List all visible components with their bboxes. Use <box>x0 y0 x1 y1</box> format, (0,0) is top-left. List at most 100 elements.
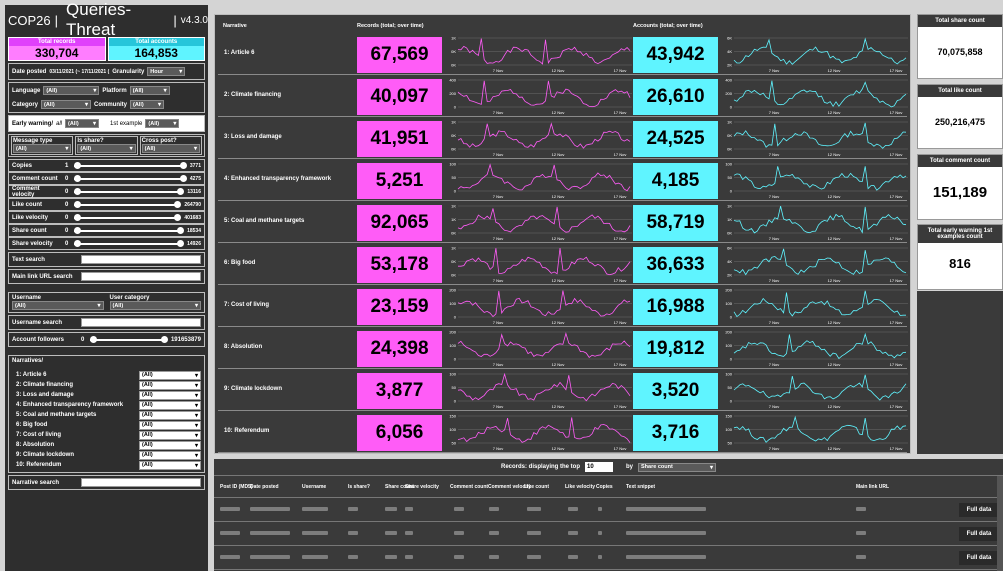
records-scrollbar[interactable] <box>997 476 1003 571</box>
slider-min-handle[interactable] <box>74 174 82 182</box>
narrative-search-section: Narrative search <box>8 475 205 490</box>
col-records: Records (total; over time) <box>357 23 424 29</box>
followers-min: 0 <box>81 336 85 343</box>
accounts-sparkline: 6K 4K 2K 7 Nov 12 Nov 17 Nov <box>727 36 908 73</box>
full-data-button[interactable]: Full data <box>959 527 999 541</box>
narrative-row[interactable]: 8: Absolution 24,398 19,812 200 100 0 7 Nov 12 … <box>218 329 908 369</box>
community-dropdown[interactable]: (All) <box>130 100 165 109</box>
y-tick-label: 150 <box>449 414 456 419</box>
narrative-filter-dropdown[interactable]: (All) <box>139 420 201 430</box>
username-dropdown[interactable]: (All) <box>12 301 104 310</box>
slider-max-handle[interactable] <box>177 226 185 234</box>
slider-min-handle[interactable] <box>74 200 82 208</box>
column-header[interactable]: Is share? <box>348 484 370 490</box>
early-warning-dropdown[interactable]: (All) <box>65 119 100 128</box>
narrative-row[interactable]: 4: Enhanced transparency framework 5,251 4… <box>218 161 908 201</box>
records-total: 92,065 <box>357 205 442 241</box>
slider-max-handle[interactable] <box>174 200 182 208</box>
table-row[interactable]: Full data <box>214 522 1003 546</box>
top-n-input[interactable]: 10 <box>585 462 613 472</box>
slider-filter: Comment velocity 0 13116 <box>8 185 205 198</box>
narrative-filter-dropdown[interactable]: (All) <box>139 370 201 380</box>
range-slider[interactable] <box>74 174 187 182</box>
language-dropdown[interactable]: (All) <box>43 86 100 95</box>
is-share-dropdown[interactable]: (All) <box>77 144 136 153</box>
column-header[interactable]: Comment count <box>450 484 488 490</box>
dashboard: COP26 | Queries-Threat | v4.3.0 Total re… <box>0 0 1003 571</box>
date-range[interactable]: 03/11/2021 (~ 17/11/2021 ( <box>49 69 109 75</box>
range-slider[interactable] <box>74 226 185 234</box>
table-row[interactable]: Full data <box>214 498 1003 522</box>
first-example-dropdown[interactable]: (All) <box>145 119 180 128</box>
slider-min-handle[interactable] <box>74 213 82 221</box>
narrative-row[interactable]: 1: Article 6 67,569 43,942 1K 0K 0K 7 Nov 12 No… <box>218 35 908 75</box>
user-category-dropdown[interactable]: (All) <box>109 301 201 310</box>
records-toolbar: Records: displaying the top 10 by Share … <box>214 459 1003 476</box>
column-header[interactable]: Like velocity <box>565 484 595 490</box>
followers-slider-max-handle[interactable] <box>160 335 168 343</box>
cross-post-dropdown[interactable]: (All) <box>141 144 200 153</box>
full-data-button[interactable]: Full data <box>959 503 999 517</box>
table-row[interactable]: Full data <box>214 546 1003 570</box>
platform-dropdown[interactable]: (All) <box>129 86 170 95</box>
column-header[interactable]: Like count <box>524 484 549 490</box>
y-tick-label: 0K <box>451 273 456 278</box>
narrative-row[interactable]: 2: Climate financing 40,097 26,610 400 200 0 7… <box>218 77 908 117</box>
records-total: 40,097 <box>357 79 442 115</box>
slider-min: 0 <box>65 240 69 247</box>
narrative-filter-dropdown[interactable]: (All) <box>139 410 201 420</box>
narrative-row[interactable]: 6: Big food 53,178 36,633 1K 0K 0K 7 Nov 12 Nov… <box>218 245 908 285</box>
narrative-filter-dropdown[interactable]: (All) <box>139 400 201 410</box>
full-data-button[interactable]: Full data <box>959 551 999 565</box>
narrative-row[interactable]: 3: Loss and damage 41,951 24,525 1K 0K 0K 7 No… <box>218 119 908 159</box>
followers-slider-min-handle[interactable] <box>90 335 98 343</box>
records-total: 67,569 <box>357 37 442 73</box>
slider-min-handle[interactable] <box>74 226 82 234</box>
narrative-filter-dropdown[interactable]: (All) <box>139 450 201 460</box>
range-slider[interactable] <box>74 187 185 195</box>
followers-slider[interactable] <box>90 335 168 343</box>
column-header[interactable]: Username <box>302 484 326 490</box>
column-header[interactable]: Copies <box>596 484 613 490</box>
narrative-row[interactable]: 5: Coal and methane targets 92,065 58,719 1… <box>218 203 908 243</box>
slider-min-handle[interactable] <box>74 239 82 247</box>
slider-max-handle[interactable] <box>179 161 187 169</box>
message-type-dropdown[interactable]: (All) <box>13 144 72 153</box>
range-slider[interactable] <box>74 200 182 208</box>
column-header[interactable]: Share velocity <box>405 484 439 490</box>
narrative-filter-dropdown[interactable]: (All) <box>139 380 201 390</box>
slider-max-handle[interactable] <box>179 174 187 182</box>
y-tick-label: 1K <box>451 246 456 251</box>
column-header[interactable]: Date posted <box>250 484 279 490</box>
y-tick-label: 50 <box>452 385 457 390</box>
slider-max-handle[interactable] <box>174 213 182 221</box>
narrative-row[interactable]: 7: Cost of living 23,159 16,988 200 100 0 7 No… <box>218 287 908 327</box>
slider-min-handle[interactable] <box>74 187 82 195</box>
range-slider[interactable] <box>74 161 187 169</box>
records-total: 3,877 <box>357 373 442 409</box>
narrative-filter-dropdown[interactable]: (All) <box>139 460 201 470</box>
text-search-input[interactable] <box>81 255 201 264</box>
slider-max-handle[interactable] <box>177 187 185 195</box>
category-dropdown[interactable]: (All) <box>41 100 92 109</box>
username-search-input[interactable] <box>81 318 201 327</box>
column-header[interactable]: Text snippet <box>626 484 655 490</box>
narrative-filter-dropdown[interactable]: (All) <box>139 430 201 440</box>
sort-dropdown[interactable]: Share count <box>638 462 717 472</box>
range-slider[interactable] <box>74 213 182 221</box>
narrative-filter-dropdown[interactable]: (All) <box>139 440 201 450</box>
y-tick-label: 1K <box>451 36 456 41</box>
column-header[interactable]: Post ID (MD5) <box>220 484 253 490</box>
slider-min-handle[interactable] <box>74 161 82 169</box>
granularity-dropdown[interactable]: Hour <box>147 67 186 76</box>
narrative-row[interactable]: 10: Referendum 6,056 3,716 150 100 50 7 Nov 12 … <box>218 413 908 453</box>
range-slider[interactable] <box>74 239 185 247</box>
narrative-filter-dropdown[interactable]: (All) <box>139 390 201 400</box>
slider-max-handle[interactable] <box>177 239 185 247</box>
column-header[interactable]: Main link URL <box>856 484 889 490</box>
url-search-input[interactable] <box>81 272 201 281</box>
narrative-row[interactable]: 9: Climate lockdown 3,877 3,520 100 50 0 7 Nov… <box>218 371 908 411</box>
narrative-label: 2: Climate financing <box>224 92 282 98</box>
slider-max: 4275 <box>189 175 201 182</box>
narrative-search-input[interactable] <box>81 478 201 487</box>
